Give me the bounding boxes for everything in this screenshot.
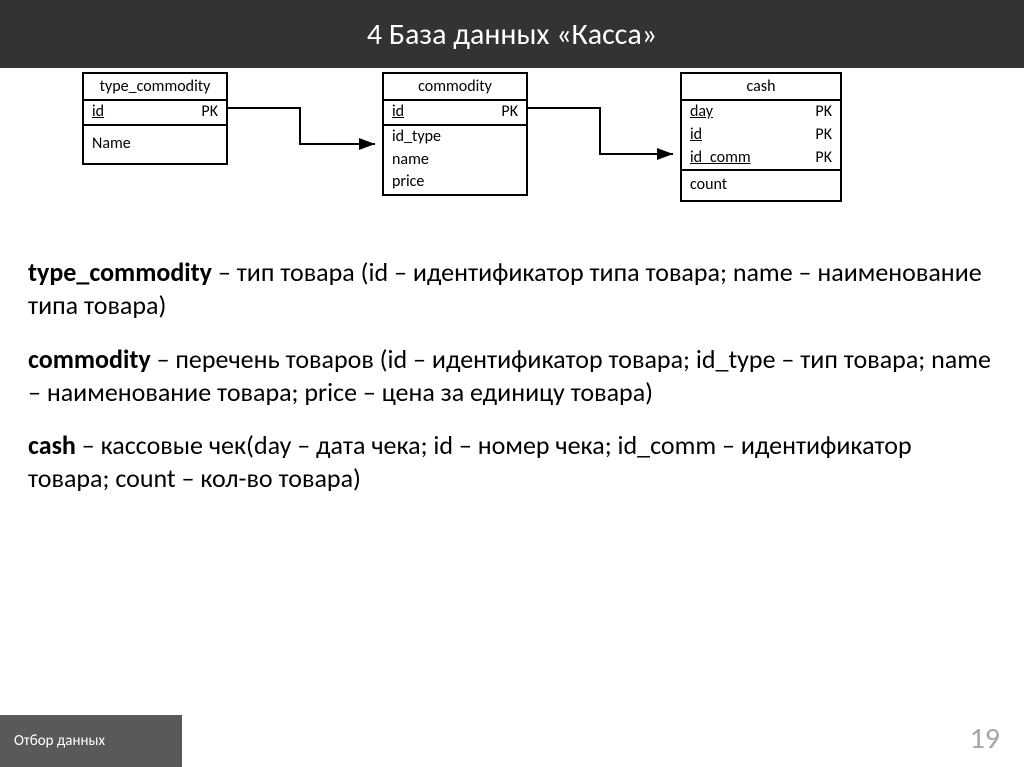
entity-commodity: commodity id PK id_type name price [382,72,528,196]
desc-commodity: commodity – перечень товаров (id – идент… [28,343,996,410]
entity-header: type_commodity [84,74,226,101]
pk-tag: PK [815,148,832,169]
pk-tag: PK [201,102,218,123]
entity-header: commodity [384,74,526,101]
entity-cash: cash day PK id PK id_comm PK count [680,72,842,202]
entity-type-commodity: type_commodity id PK Name [82,72,228,165]
slide-footer: Отбор данных 19 [0,715,1024,767]
pk-field: id [392,102,404,123]
attr-field: Name [92,134,131,155]
pk-field: day [690,102,713,123]
desc-cash: cash – кассовые чек(day – дата чека; id … [28,429,996,496]
pk-tag: PK [815,125,832,146]
attr-field: price [392,172,424,193]
attr-field: id_type [392,127,441,148]
desc-type-commodity: type_commodity – тип товара (id – иденти… [28,256,996,323]
slide-title: 4 База данных «Касса» [367,16,657,53]
footer-label: Отбор данных [0,715,182,767]
attr-field: count [690,175,727,196]
entity-header: cash [682,74,840,101]
er-diagram: type_commodity id PK Name commodity id P… [0,68,1024,228]
pk-field: id_comm [690,148,751,169]
attr-field: name [392,150,429,171]
pk-field: id [690,125,702,146]
page-number: 19 [970,720,1000,757]
slide-header: 4 База данных «Касса» [0,0,1024,68]
pk-tag: PK [815,102,832,123]
pk-field: id [92,102,104,123]
description-block: type_commodity – тип товара (id – иденти… [0,228,1024,496]
pk-tag: PK [501,102,518,123]
